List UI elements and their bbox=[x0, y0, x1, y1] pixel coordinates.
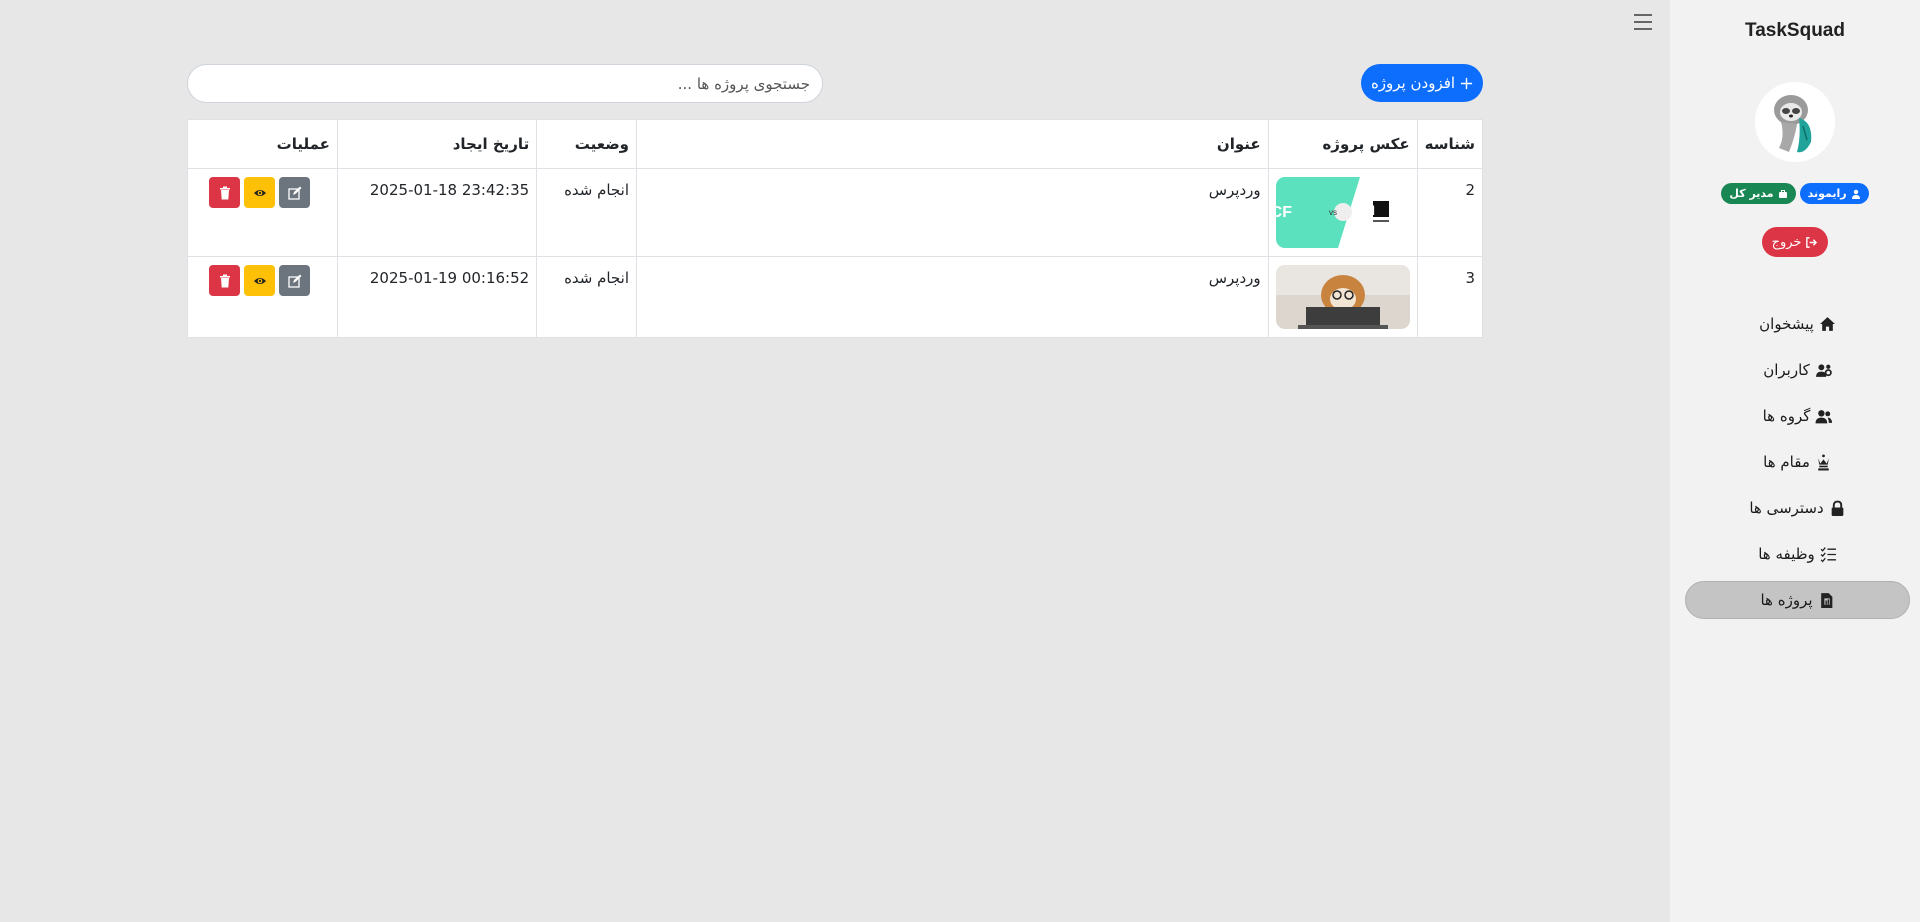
plus-icon bbox=[1460, 77, 1473, 89]
cell-created: 2025-01-18 23:42:35 bbox=[336, 168, 538, 257]
menu-toggle-icon[interactable] bbox=[1634, 14, 1652, 30]
cell-id: 3 bbox=[1416, 256, 1484, 338]
cell-id: 2 bbox=[1416, 168, 1484, 257]
chess-queen-icon bbox=[1818, 454, 1829, 470]
edit-icon bbox=[287, 186, 301, 200]
home-icon bbox=[1819, 316, 1835, 331]
logout-button[interactable]: خروج bbox=[1762, 227, 1828, 257]
view-button[interactable] bbox=[244, 265, 275, 296]
cell-title: وردپرس bbox=[636, 168, 1269, 257]
thumbnail-acf-text: ACF bbox=[1276, 204, 1292, 221]
eye-icon bbox=[253, 189, 266, 196]
user-badge: رایموند bbox=[1799, 183, 1869, 204]
user-icon bbox=[1851, 189, 1860, 199]
delete-button[interactable] bbox=[209, 265, 240, 296]
role-badge: مدیر کل bbox=[1721, 183, 1796, 204]
sidebar-item-groups[interactable]: گروه ها bbox=[1685, 397, 1910, 435]
cell-created: 2025-01-19 00:16:52 bbox=[336, 256, 538, 338]
user-group-icon bbox=[1815, 409, 1833, 423]
avatar bbox=[1755, 82, 1835, 162]
sidebar-item-users[interactable]: کاربران bbox=[1685, 351, 1910, 389]
header-image: عکس پروژه bbox=[1267, 119, 1418, 169]
edit-button[interactable] bbox=[279, 265, 310, 296]
table-row: 3 وردپرس انجام شده 2025-01-19 00:16:52 bbox=[187, 256, 1484, 338]
table-row: 2 ACF vs M وردپرس انجام شده 2025-01 bbox=[187, 168, 1484, 257]
sidebar-item-projects[interactable]: پروژه ها bbox=[1685, 581, 1910, 619]
view-button[interactable] bbox=[244, 177, 275, 208]
sidebar-item-roles[interactable]: مقام ها bbox=[1685, 443, 1910, 481]
file-project-icon bbox=[1820, 592, 1832, 608]
sidebar-item-tasks[interactable]: وظیفه ها bbox=[1685, 535, 1910, 573]
project-thumbnail bbox=[1275, 265, 1410, 329]
cell-ops bbox=[187, 168, 338, 257]
trash-icon bbox=[219, 186, 230, 199]
header-title: عنوان bbox=[636, 119, 1269, 169]
thumbnail-m-text: M bbox=[1363, 202, 1375, 218]
lock-icon bbox=[1831, 500, 1844, 516]
thumbnail-vs-text: vs bbox=[1329, 208, 1337, 217]
table-header-row: شناسه عکس پروژه عنوان وضعیت تاریخ ایجاد … bbox=[187, 119, 1484, 169]
cell-image: ACF vs M bbox=[1267, 168, 1418, 257]
cell-ops bbox=[187, 256, 338, 338]
eye-icon bbox=[253, 277, 266, 284]
sidebar-item-dashboard[interactable]: پیشخوان bbox=[1685, 305, 1910, 343]
cell-status: انجام شده bbox=[536, 256, 638, 338]
user-badges: رایموند مدیر کل bbox=[1670, 183, 1920, 204]
header-created: تاریخ ایجاد bbox=[336, 119, 538, 169]
delete-button[interactable] bbox=[209, 177, 240, 208]
edit-icon bbox=[287, 274, 301, 288]
header-ops: عملیات bbox=[187, 119, 338, 169]
project-thumbnail: ACF vs M bbox=[1275, 177, 1410, 248]
sidebar-item-permissions[interactable]: دسترسی ها bbox=[1685, 489, 1910, 527]
trash-icon bbox=[219, 274, 230, 287]
sidebar-nav: پیشخوان کاربران گروه ها مقام ها دسترسی ه… bbox=[1685, 305, 1910, 627]
logout-icon bbox=[1806, 236, 1818, 248]
users-gear-icon bbox=[1815, 363, 1832, 377]
sidebar: TaskSquad رایموند مدیر کل خروج پیشخوان ک… bbox=[1670, 0, 1920, 922]
add-project-button[interactable]: افزودن پروژه bbox=[1361, 64, 1483, 102]
list-check-icon bbox=[1820, 546, 1836, 562]
header-status: وضعیت bbox=[536, 119, 638, 169]
cell-status: انجام شده bbox=[536, 168, 638, 257]
header-id: شناسه bbox=[1416, 119, 1484, 169]
cell-title: وردپرس bbox=[636, 256, 1269, 338]
search-input[interactable] bbox=[187, 64, 823, 103]
brand-title: TaskSquad bbox=[1745, 20, 1845, 41]
edit-button[interactable] bbox=[279, 177, 310, 208]
briefcase-icon bbox=[1778, 189, 1787, 198]
projects-table: شناسه عکس پروژه عنوان وضعیت تاریخ ایجاد … bbox=[187, 119, 1484, 338]
cell-image bbox=[1267, 256, 1418, 338]
